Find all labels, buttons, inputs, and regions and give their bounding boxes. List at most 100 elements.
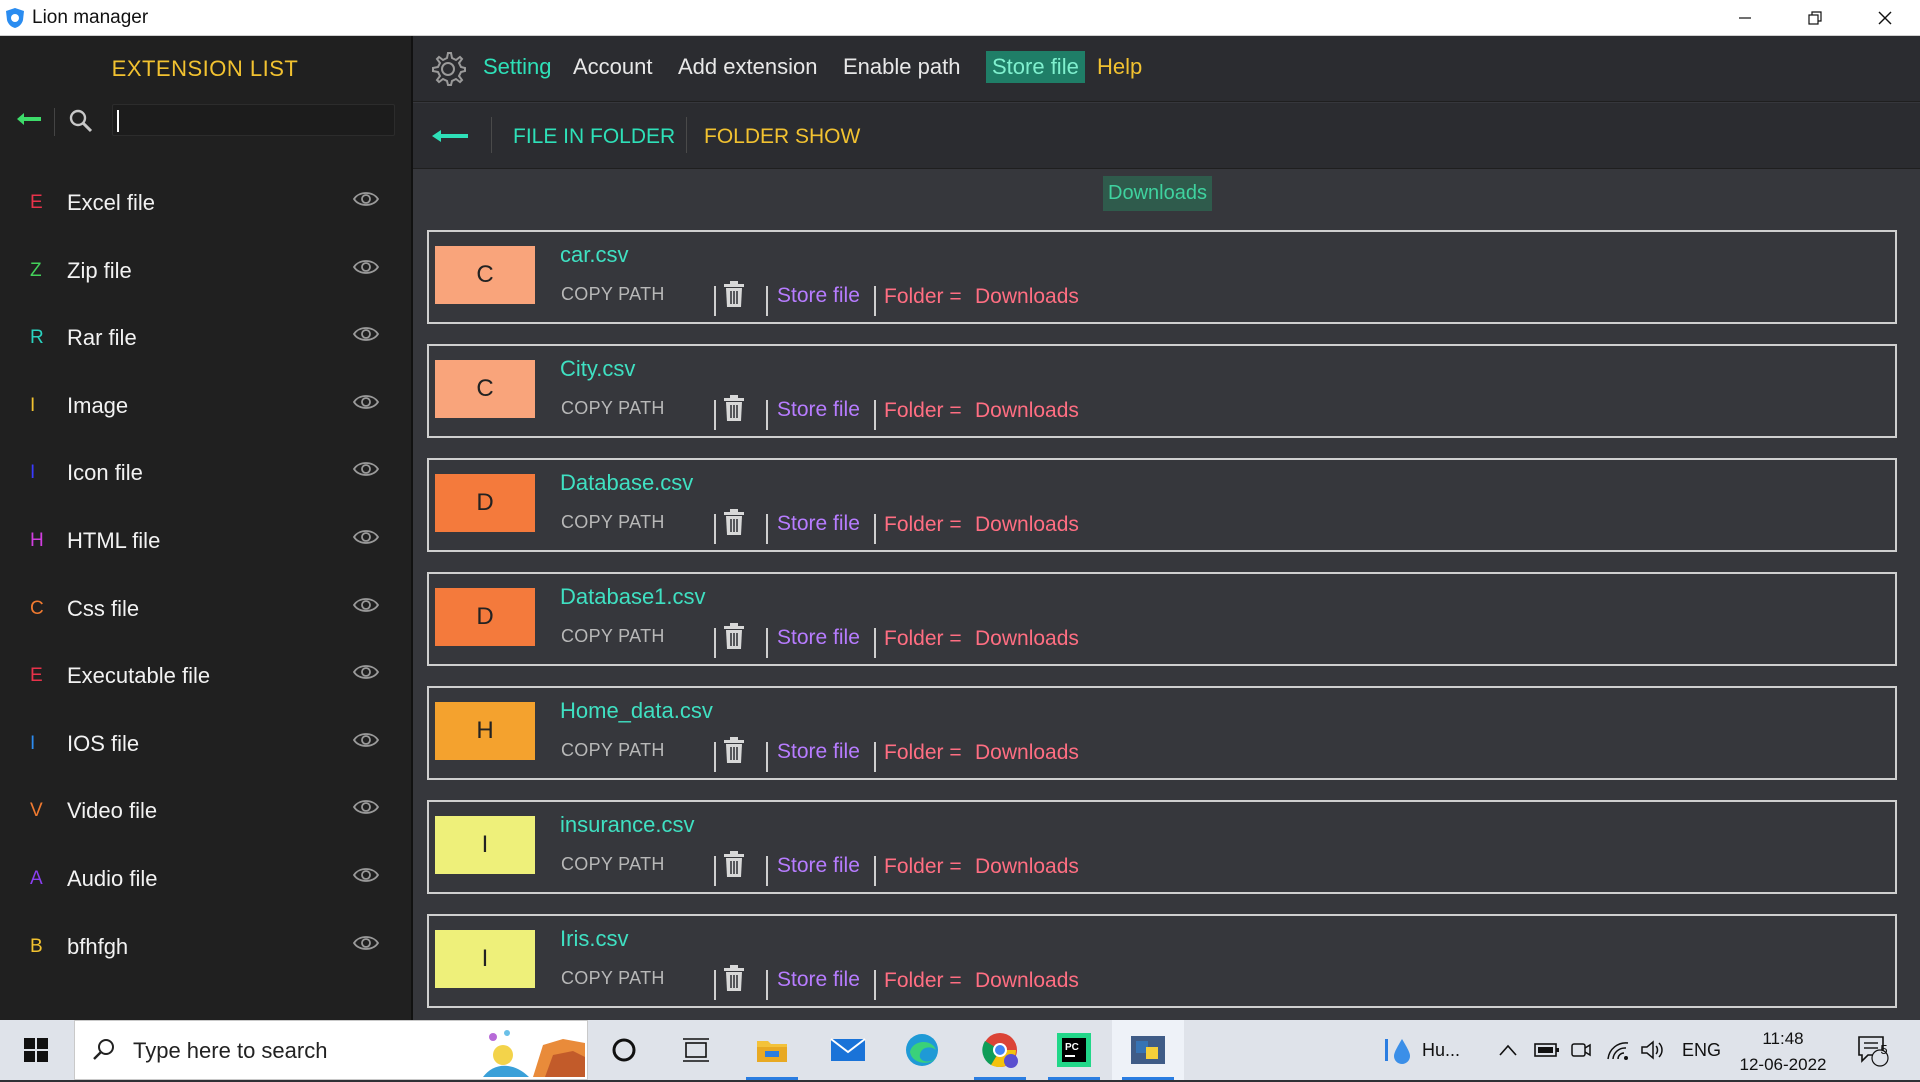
store-file-link[interactable]: Store file: [777, 854, 860, 878]
trash-icon[interactable]: [723, 508, 745, 541]
python-app-button[interactable]: [1112, 1020, 1184, 1080]
tab-enable-path[interactable]: Enable path: [843, 54, 960, 80]
copy-path-button[interactable]: COPY PATH: [561, 740, 665, 761]
restore-button[interactable]: [1780, 0, 1850, 36]
file-name[interactable]: Iris.csv: [560, 926, 628, 952]
gear-icon[interactable]: [429, 50, 467, 93]
tab-add-extension[interactable]: Add extension: [678, 54, 817, 80]
trash-icon[interactable]: [723, 736, 745, 769]
extension-list-item[interactable]: H HTML file: [0, 522, 410, 590]
folder-value: Downloads: [975, 627, 1079, 650]
store-file-link[interactable]: Store file: [777, 968, 860, 992]
eye-icon[interactable]: [352, 663, 380, 686]
copy-path-button[interactable]: COPY PATH: [561, 968, 665, 989]
file-explorer-button[interactable]: [736, 1020, 808, 1080]
tab-account[interactable]: Account: [573, 54, 653, 80]
extension-label: Image: [67, 392, 129, 418]
divider: [874, 628, 876, 658]
taskbar-search-box[interactable]: Type here to search: [74, 1020, 588, 1080]
task-view-icon: [683, 1038, 709, 1062]
store-file-link[interactable]: Store file: [777, 398, 860, 422]
eye-icon[interactable]: [352, 190, 380, 213]
file-name[interactable]: City.csv: [560, 356, 635, 382]
extension-list-item[interactable]: I Image: [0, 387, 410, 455]
trash-icon[interactable]: [723, 850, 745, 883]
extension-list-item[interactable]: B bfhfgh: [0, 928, 410, 996]
eye-icon[interactable]: [352, 393, 380, 416]
mail-button[interactable]: [812, 1020, 884, 1080]
tab-store-file[interactable]: Store file: [986, 51, 1085, 83]
chrome-browser-button[interactable]: [964, 1020, 1036, 1080]
back-arrow-icon[interactable]: [16, 112, 42, 131]
divider: [714, 514, 716, 544]
extension-list-item[interactable]: E Excel file: [0, 184, 410, 252]
divider: [54, 108, 55, 136]
extension-list-item[interactable]: E Executable file: [0, 657, 410, 725]
weather-widget[interactable]: Hu...: [1382, 1020, 1460, 1080]
file-name[interactable]: Database.csv: [560, 470, 693, 496]
eye-icon[interactable]: [352, 460, 380, 483]
eye-icon[interactable]: [352, 258, 380, 281]
copy-path-button[interactable]: COPY PATH: [561, 512, 665, 533]
store-file-link[interactable]: Store file: [777, 740, 860, 764]
file-name[interactable]: Home_data.csv: [560, 698, 713, 724]
back-arrow-icon[interactable]: [431, 129, 469, 148]
extension-list-item[interactable]: V Video file: [0, 792, 410, 860]
notifications-button[interactable]: 5: [1856, 1020, 1890, 1080]
search-icon[interactable]: [68, 108, 94, 139]
tab-folder-show[interactable]: FOLDER SHOW: [704, 125, 860, 149]
file-initial-tile: C: [435, 246, 535, 304]
store-file-link[interactable]: Store file: [777, 626, 860, 650]
extension-list-item[interactable]: A Audio file: [0, 860, 410, 928]
eye-icon[interactable]: [352, 934, 380, 957]
trash-icon[interactable]: [723, 964, 745, 997]
extension-list-item[interactable]: I IOS file: [0, 725, 410, 793]
battery-button[interactable]: [1534, 1020, 1560, 1080]
minimize-button[interactable]: [1710, 0, 1780, 36]
eye-icon[interactable]: [352, 731, 380, 754]
file-name[interactable]: Database1.csv: [560, 584, 706, 610]
start-button[interactable]: [0, 1020, 72, 1080]
extension-list-item[interactable]: I Icon file: [0, 454, 410, 522]
extension-letter: V: [30, 800, 43, 822]
wifi-button[interactable]: [1606, 1020, 1630, 1080]
cortana-circle-icon: [612, 1038, 636, 1062]
eye-icon[interactable]: [352, 528, 380, 551]
pycharm-button[interactable]: PC: [1038, 1020, 1110, 1080]
copy-path-button[interactable]: COPY PATH: [561, 626, 665, 647]
clock[interactable]: 11:48 12-06-2022: [1735, 1026, 1831, 1078]
tab-help[interactable]: Help: [1097, 54, 1142, 80]
extension-list-item[interactable]: C Css file: [0, 590, 410, 658]
store-file-link[interactable]: Store file: [777, 284, 860, 308]
edge-browser-button[interactable]: [886, 1020, 958, 1080]
extension-list-item[interactable]: R Rar file: [0, 319, 410, 387]
task-view-button[interactable]: [660, 1020, 732, 1080]
speaker-icon: [1641, 1040, 1663, 1060]
copy-path-button[interactable]: COPY PATH: [561, 398, 665, 419]
trash-icon[interactable]: [723, 280, 745, 313]
eye-icon[interactable]: [352, 798, 380, 821]
volume-button[interactable]: [1640, 1020, 1664, 1080]
eye-icon[interactable]: [352, 866, 380, 889]
extension-letter: Z: [30, 259, 42, 281]
tab-file-in-folder[interactable]: FILE IN FOLDER: [513, 125, 675, 149]
eye-icon[interactable]: [352, 596, 380, 619]
close-button[interactable]: [1850, 0, 1920, 36]
trash-icon[interactable]: [723, 394, 745, 427]
meet-now-button[interactable]: [1570, 1020, 1592, 1080]
text-caret: [117, 110, 119, 132]
eye-icon[interactable]: [352, 325, 380, 348]
extension-search-input[interactable]: [112, 104, 395, 136]
copy-path-button[interactable]: COPY PATH: [561, 284, 665, 305]
cortana-button[interactable]: [588, 1020, 660, 1080]
show-hidden-icons-button[interactable]: [1498, 1020, 1518, 1080]
file-name[interactable]: insurance.csv: [560, 812, 695, 838]
tab-setting[interactable]: Setting: [483, 54, 552, 80]
language-indicator[interactable]: ENG: [1682, 1020, 1721, 1080]
copy-path-button[interactable]: COPY PATH: [561, 854, 665, 875]
file-name[interactable]: car.csv: [560, 242, 628, 268]
extension-list-item[interactable]: Z Zip file: [0, 252, 410, 320]
store-file-link[interactable]: Store file: [777, 512, 860, 536]
trash-icon[interactable]: [723, 622, 745, 655]
folder-label: Folder =: [884, 627, 962, 650]
